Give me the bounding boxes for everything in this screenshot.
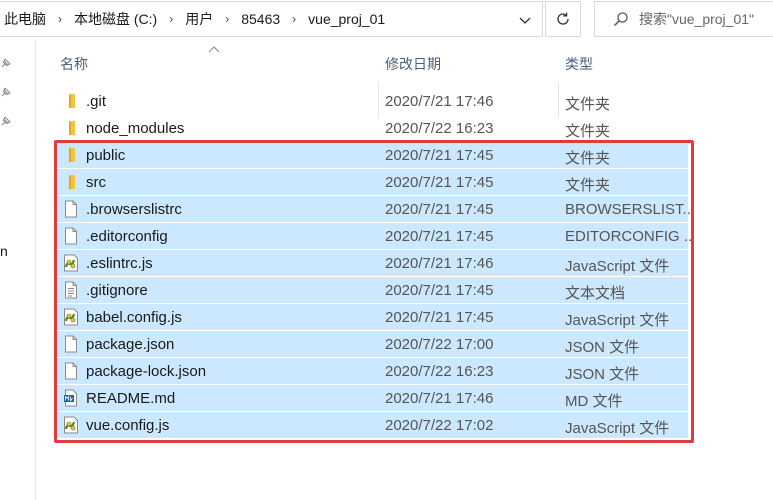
file-name: src	[86, 174, 106, 191]
refresh-button[interactable]	[545, 1, 581, 37]
file-name: vue.config.js	[86, 417, 170, 434]
text-file-icon	[62, 281, 80, 299]
breadcrumb-user-folder[interactable]: 85463 ›	[235, 11, 302, 27]
file-row[interactable]: package.json 2020/7/22 17:00 JSON 文件	[56, 331, 688, 357]
folder-icon	[62, 92, 80, 110]
search-icon	[613, 12, 628, 27]
blank-file-icon	[62, 362, 80, 380]
file-name: .editorconfig	[86, 228, 168, 245]
file-row[interactable]: vue.config.js 2020/7/22 17:02 JavaScript 文…	[56, 412, 688, 438]
breadcrumb-label: 85463	[241, 11, 281, 27]
folder-icon	[62, 173, 80, 191]
breadcrumb-label: 此电脑	[4, 11, 46, 27]
nav-item-label[interactable]: n	[0, 243, 14, 259]
file-date: 2020/7/21 17:45	[385, 147, 494, 164]
breadcrumb-local-disk[interactable]: 本地磁盘 (C:) ›	[68, 9, 179, 29]
file-type: JSON 文件	[565, 366, 640, 383]
file-type: 文件夹	[565, 96, 611, 113]
column-header: 名称 修改日期 类型	[36, 40, 773, 118]
file-date: 2020/7/21 17:45	[385, 282, 494, 299]
md-file-icon	[62, 389, 80, 407]
file-type: 文件夹	[565, 177, 611, 194]
file-name: .git	[86, 93, 107, 110]
file-type: MD 文件	[565, 393, 623, 410]
breadcrumb-current-folder[interactable]: vue_proj_01	[302, 11, 391, 27]
file-date: 2020/7/21 17:46	[385, 93, 494, 110]
file-date: 2020/7/22 17:00	[385, 336, 494, 353]
pane-divider[interactable]	[35, 40, 36, 500]
navigation-pane[interactable]: n	[0, 40, 36, 500]
file-type: BROWSERSLIST...	[565, 201, 693, 218]
breadcrumb-label: 用户	[185, 11, 214, 27]
chevron-right-icon[interactable]: ›	[219, 12, 235, 26]
chevron-right-icon[interactable]: ›	[52, 12, 68, 26]
file-name: babel.config.js	[86, 309, 182, 326]
blank-file-icon	[62, 335, 80, 353]
js-file-icon	[62, 416, 80, 434]
file-name: public	[86, 147, 126, 164]
column-header-name[interactable]: 名称	[60, 54, 88, 74]
blank-file-icon	[62, 227, 80, 245]
chevron-down-icon	[519, 17, 531, 24]
file-date: 2020/7/22 16:23	[385, 363, 494, 380]
file-row[interactable]: package-lock.json 2020/7/22 16:23 JSON 文件	[56, 358, 688, 384]
address-bar[interactable]: 此电脑 › 本地磁盘 (C:) › 用户 › 85463 › vue_proj_…	[0, 1, 543, 37]
js-file-icon	[62, 308, 80, 326]
file-row[interactable]: .editorconfig 2020/7/21 17:45 EDITORCONFIG…	[56, 223, 693, 249]
chevron-right-icon[interactable]: ›	[163, 12, 179, 26]
file-date: 2020/7/21 17:46	[385, 255, 494, 272]
breadcrumb-label: vue_proj_01	[308, 11, 386, 27]
pin-icon[interactable]	[0, 86, 12, 98]
file-name: node_modules	[86, 120, 185, 137]
file-row[interactable]: babel.config.js 2020/7/21 17:45 JavaScript…	[56, 304, 688, 330]
file-row[interactable]: README.md 2020/7/21 17:46 MD 文件	[56, 385, 688, 411]
file-type: JavaScript 文件	[565, 312, 670, 329]
file-row[interactable]: src 2020/7/21 17:45 文件夹	[56, 169, 688, 195]
breadcrumb-users[interactable]: 用户 ›	[179, 9, 235, 29]
pin-icon[interactable]	[0, 57, 12, 69]
file-type: 文件夹	[565, 150, 611, 167]
file-date: 2020/7/22 17:02	[385, 417, 494, 434]
file-type: 文件夹	[565, 123, 611, 140]
file-date: 2020/7/21 17:45	[385, 201, 494, 218]
file-date: 2020/7/21 17:45	[385, 174, 494, 191]
breadcrumb-label: 本地磁盘 (C:)	[74, 11, 158, 27]
file-row[interactable]: .browserslistrc 2020/7/21 17:45 BROWSERSLI…	[56, 196, 693, 222]
file-name: README.md	[86, 390, 176, 407]
refresh-icon	[557, 12, 569, 25]
address-history-dropdown[interactable]	[514, 10, 536, 32]
file-type: JavaScript 文件	[565, 258, 670, 275]
file-type: 文本文档	[565, 285, 626, 302]
breadcrumb-this-pc[interactable]: 此电脑 ›	[0, 9, 68, 29]
file-row[interactable]: .git 2020/7/21 17:46 文件夹	[56, 88, 688, 114]
column-header-date[interactable]: 修改日期	[385, 54, 441, 74]
file-row[interactable]: .gitignore 2020/7/21 17:45 文本文档	[56, 277, 688, 303]
file-name: package.json	[86, 336, 175, 353]
chevron-right-icon[interactable]: ›	[286, 12, 302, 26]
file-name: package-lock.json	[86, 363, 207, 380]
file-date: 2020/7/21 17:45	[385, 309, 494, 326]
blank-file-icon	[62, 200, 80, 218]
file-row[interactable]: public 2020/7/21 17:45 文件夹	[56, 142, 688, 168]
sort-ascending-icon	[208, 46, 220, 53]
js-file-icon	[62, 254, 80, 272]
file-type: EDITORCONFIG ...	[565, 228, 693, 245]
search-input[interactable]: 搜索"vue_proj_01"	[594, 1, 773, 37]
file-row[interactable]: node_modules 2020/7/22 16:23 文件夹	[56, 115, 688, 141]
file-row[interactable]: .eslintrc.js 2020/7/21 17:46 JavaScript 文件	[56, 250, 688, 276]
file-name: .gitignore	[86, 282, 148, 299]
address-bar-row: 此电脑 › 本地磁盘 (C:) › 用户 › 85463 › vue_proj_…	[0, 0, 773, 40]
file-name: .eslintrc.js	[86, 255, 153, 272]
folder-icon	[62, 119, 80, 137]
file-date: 2020/7/21 17:45	[385, 228, 494, 245]
pin-icon[interactable]	[0, 115, 12, 127]
file-type: JavaScript 文件	[565, 420, 670, 437]
file-type: JSON 文件	[565, 339, 640, 356]
file-date: 2020/7/22 16:23	[385, 120, 494, 137]
file-date: 2020/7/21 17:46	[385, 390, 494, 407]
file-name: .browserslistrc	[86, 201, 182, 218]
folder-icon	[62, 146, 80, 164]
column-header-type[interactable]: 类型	[565, 54, 593, 74]
search-placeholder: 搜索"vue_proj_01"	[639, 11, 755, 27]
